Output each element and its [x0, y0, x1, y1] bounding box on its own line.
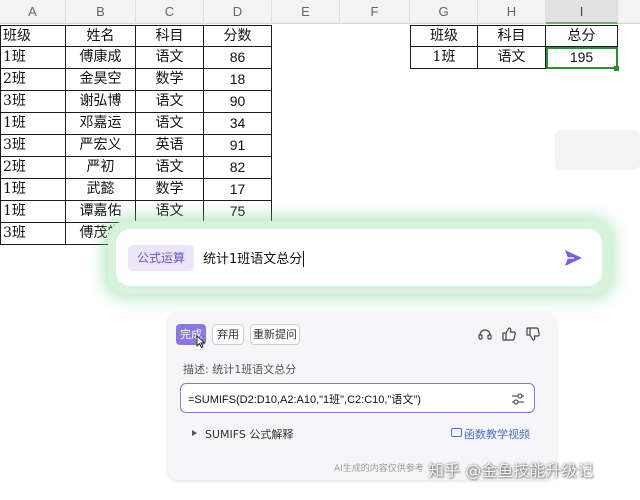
table-cell[interactable]: 严初 — [66, 157, 136, 179]
adjust-settings-icon[interactable] — [510, 391, 526, 407]
table-cell[interactable]: 75 — [204, 201, 272, 223]
table-cell[interactable]: 1班 — [0, 47, 66, 69]
table-header-cell[interactable]: 科目 — [136, 25, 204, 47]
table-cell[interactable]: 2班 — [0, 157, 66, 179]
summary-header-cell[interactable]: 班级 — [410, 25, 478, 47]
table-cell[interactable]: 傅康成 — [66, 47, 136, 69]
summary-header-cell[interactable]: 总分 — [546, 25, 618, 47]
background-panel — [555, 130, 640, 170]
table-cell[interactable]: 90 — [204, 91, 272, 113]
table-cell[interactable]: 语文 — [136, 47, 204, 69]
table-cell[interactable]: 谢弘博 — [66, 91, 136, 113]
table-cell[interactable]: 1班 — [0, 201, 66, 223]
table-cell[interactable]: 3班 — [0, 91, 66, 113]
prompt-input[interactable]: 统计1班语文总分 — [203, 248, 305, 268]
column-header-f[interactable]: F — [340, 0, 410, 24]
table-cell[interactable]: 数学 — [136, 179, 204, 201]
watermark: 知乎 @金鱼技能升级记 — [428, 461, 594, 480]
expand-arrow-icon[interactable] — [192, 430, 197, 436]
formula-field[interactable]: =SUMIFS(D2:D10,A2:A10,"1班",C2:C10,"语文") — [180, 383, 535, 413]
table-cell[interactable]: 语文 — [136, 157, 204, 179]
summary-cell[interactable]: 语文 — [478, 47, 546, 69]
formula-explain-toggle[interactable]: SUMIFS 公式解释 — [205, 426, 293, 442]
ai-prompt-bar[interactable]: 公式运算 统计1班语文总分 — [116, 229, 602, 286]
prompt-input-text: 统计1班语文总分 — [203, 251, 303, 267]
table-cell[interactable]: 严宏义 — [66, 135, 136, 157]
summary-cell[interactable]: 1班 — [410, 47, 478, 69]
table-cell[interactable]: 语文 — [136, 201, 204, 223]
table-cell[interactable]: 武懿 — [66, 179, 136, 201]
table-cell[interactable]: 金昊空 — [66, 69, 136, 91]
table-cell[interactable]: 语文 — [136, 91, 204, 113]
table-cell[interactable]: 3班 — [0, 135, 66, 157]
column-header-row: ABCDEFGHI — [0, 0, 640, 24]
formula-mode-tag[interactable]: 公式运算 — [128, 244, 195, 271]
send-icon[interactable] — [562, 247, 584, 269]
table-header-cell[interactable]: 分数 — [204, 25, 272, 47]
column-header-b[interactable]: B — [66, 0, 136, 24]
video-icon[interactable] — [451, 428, 462, 437]
mouse-cursor-icon — [196, 335, 206, 348]
table-cell[interactable]: 2班 — [0, 69, 66, 91]
headset-icon[interactable] — [477, 326, 493, 342]
table-cell[interactable]: 82 — [204, 157, 272, 179]
thumbs-down-icon[interactable] — [525, 326, 541, 342]
table-cell[interactable]: 1班 — [0, 113, 66, 135]
table-cell[interactable]: 17 — [204, 179, 272, 201]
formula-description: 描述: 统计1班语文总分 — [183, 363, 297, 376]
table-cell[interactable]: 86 — [204, 47, 272, 69]
table-header-cell[interactable]: 班级 — [0, 25, 66, 47]
text-caret — [303, 251, 305, 268]
table-cell[interactable]: 3班 — [0, 223, 66, 245]
table-cell[interactable]: 1班 — [0, 179, 66, 201]
tutorial-video-link[interactable]: 函数教学视频 — [464, 426, 530, 442]
ai-disclaimer: AI生成的内容仅供参考 — [334, 464, 424, 474]
summary-header-cell[interactable]: 科目 — [478, 25, 546, 47]
table-cell[interactable]: 34 — [204, 113, 272, 135]
column-header-g[interactable]: G — [410, 0, 478, 24]
column-header-i[interactable]: I — [546, 0, 618, 24]
table-cell[interactable]: 邓嘉运 — [66, 113, 136, 135]
fill-handle[interactable] — [614, 66, 619, 71]
table-cell[interactable]: 英语 — [136, 135, 204, 157]
ai-result-card: 完成 弃用 重新提问 描述: 统计1班语文总分 =SUMIFS(D2:D10,A… — [168, 313, 556, 480]
column-header-e[interactable]: E — [272, 0, 340, 24]
table-cell[interactable]: 91 — [204, 135, 272, 157]
formula-text: =SUMIFS(D2:D10,A2:A10,"1班",C2:C10,"语文") — [188, 394, 421, 406]
column-header-h[interactable]: H — [478, 0, 546, 24]
discard-button[interactable]: 弃用 — [212, 324, 244, 345]
reask-button[interactable]: 重新提问 — [250, 324, 300, 345]
column-header-d[interactable]: D — [204, 0, 272, 24]
thumbs-up-icon[interactable] — [501, 326, 517, 342]
table-cell[interactable]: 数学 — [136, 69, 204, 91]
column-header-c[interactable]: C — [136, 0, 204, 24]
table-cell[interactable]: 谭嘉佑 — [66, 201, 136, 223]
table-cell[interactable]: 语文 — [136, 113, 204, 135]
table-cell[interactable]: 18 — [204, 69, 272, 91]
selected-result-cell[interactable]: 195 — [546, 47, 618, 69]
column-header-a[interactable]: A — [0, 0, 66, 24]
table-header-cell[interactable]: 姓名 — [66, 25, 136, 47]
